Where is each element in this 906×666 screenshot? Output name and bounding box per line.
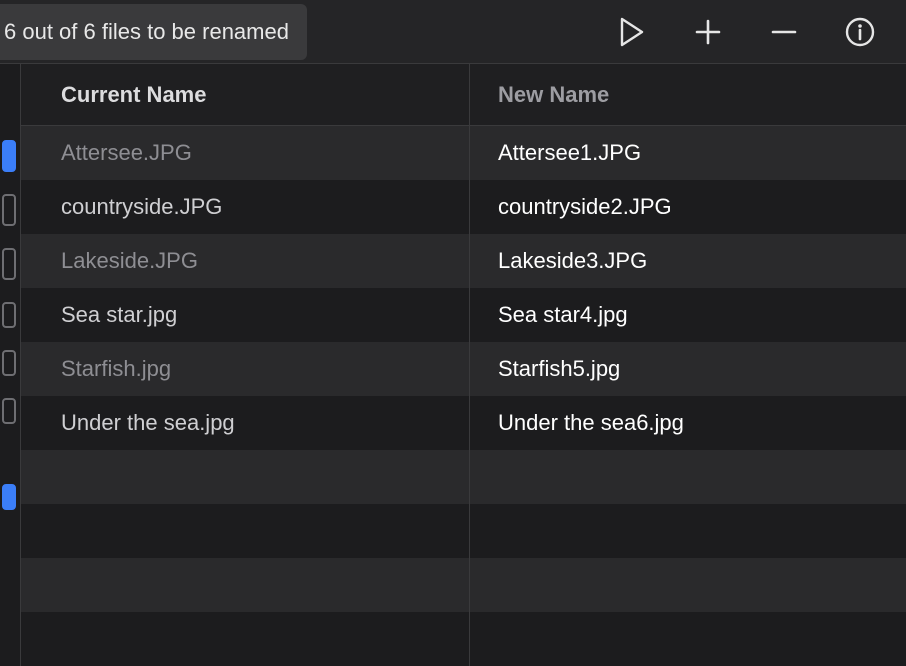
current-name-cell: Under the sea.jpg bbox=[21, 410, 469, 436]
new-name-text: countryside2.JPG bbox=[498, 194, 672, 220]
current-name-cell: countryside.JPG bbox=[21, 194, 469, 220]
new-name-text: Attersee1.JPG bbox=[498, 140, 641, 166]
add-button[interactable] bbox=[690, 14, 726, 50]
status-pill: 6 out of 6 files to be renamed bbox=[0, 4, 307, 60]
table-row bbox=[21, 612, 906, 666]
table-row bbox=[21, 504, 906, 558]
table-row[interactable]: Starfish.jpg Starfish5.jpg bbox=[21, 342, 906, 396]
info-button[interactable] bbox=[842, 14, 878, 50]
current-name-text: Lakeside.JPG bbox=[61, 248, 198, 273]
new-name-text: Lakeside3.JPG bbox=[498, 248, 647, 274]
plus-icon bbox=[693, 17, 723, 47]
remove-button[interactable] bbox=[766, 14, 802, 50]
current-name-text: Under the sea.jpg bbox=[61, 410, 235, 435]
new-name-text: Starfish5.jpg bbox=[498, 356, 620, 382]
toolbar-buttons bbox=[614, 14, 906, 50]
new-name-text: Under the sea6.jpg bbox=[498, 410, 684, 436]
info-icon bbox=[844, 16, 876, 48]
row-indicator-gutter bbox=[0, 64, 20, 666]
table-row[interactable]: Sea star.jpg Sea star4.jpg bbox=[21, 288, 906, 342]
status-text: 6 out of 6 files to be renamed bbox=[4, 19, 289, 45]
run-button[interactable] bbox=[614, 14, 650, 50]
row-indicator[interactable] bbox=[2, 194, 16, 226]
new-name-text: Sea star4.jpg bbox=[498, 302, 628, 328]
table-header: Current Name New Name bbox=[21, 64, 906, 126]
table-row[interactable]: Lakeside.JPG Lakeside3.JPG bbox=[21, 234, 906, 288]
table-row[interactable]: countryside.JPG countryside2.JPG bbox=[21, 180, 906, 234]
current-name-cell: Lakeside.JPG bbox=[21, 248, 469, 274]
rename-table: Current Name New Name Attersee.JPGAtters… bbox=[20, 64, 906, 666]
toolbar: 6 out of 6 files to be renamed bbox=[0, 0, 906, 64]
current-name-text: countryside.JPG bbox=[61, 194, 222, 219]
row-indicator[interactable] bbox=[2, 140, 16, 172]
new-name-cell: Sea star4.jpg bbox=[469, 288, 906, 342]
column-header-new[interactable]: New Name bbox=[469, 64, 906, 125]
current-name-text: Sea star.jpg bbox=[61, 302, 177, 327]
minus-icon bbox=[769, 17, 799, 47]
table-row[interactable]: Attersee.JPG Attersee1.JPG bbox=[21, 126, 906, 180]
current-name-cell: Attersee.JPG bbox=[21, 140, 469, 166]
row-indicator[interactable] bbox=[2, 302, 16, 328]
current-name-text: Attersee.JPG bbox=[61, 140, 192, 165]
row-indicator[interactable] bbox=[2, 398, 16, 424]
row-indicator[interactable] bbox=[2, 350, 16, 376]
play-icon bbox=[619, 17, 645, 47]
current-name-cell: Sea star.jpg bbox=[21, 302, 469, 328]
table-row[interactable]: Under the sea.jpg Under the sea6.jpg bbox=[21, 396, 906, 450]
current-name-cell: Starfish.jpg bbox=[21, 356, 469, 382]
table-row bbox=[21, 450, 906, 504]
row-indicator[interactable] bbox=[2, 484, 16, 510]
table-row bbox=[21, 558, 906, 612]
new-name-cell: countryside2.JPG bbox=[469, 180, 906, 234]
new-name-cell: Starfish5.jpg bbox=[469, 342, 906, 396]
new-name-cell: Under the sea6.jpg bbox=[469, 396, 906, 450]
new-name-cell: Attersee1.JPG bbox=[469, 126, 906, 180]
column-header-current[interactable]: Current Name bbox=[21, 82, 469, 108]
current-name-text: Starfish.jpg bbox=[61, 356, 171, 381]
row-indicator[interactable] bbox=[2, 248, 16, 280]
new-name-cell: Lakeside3.JPG bbox=[469, 234, 906, 288]
